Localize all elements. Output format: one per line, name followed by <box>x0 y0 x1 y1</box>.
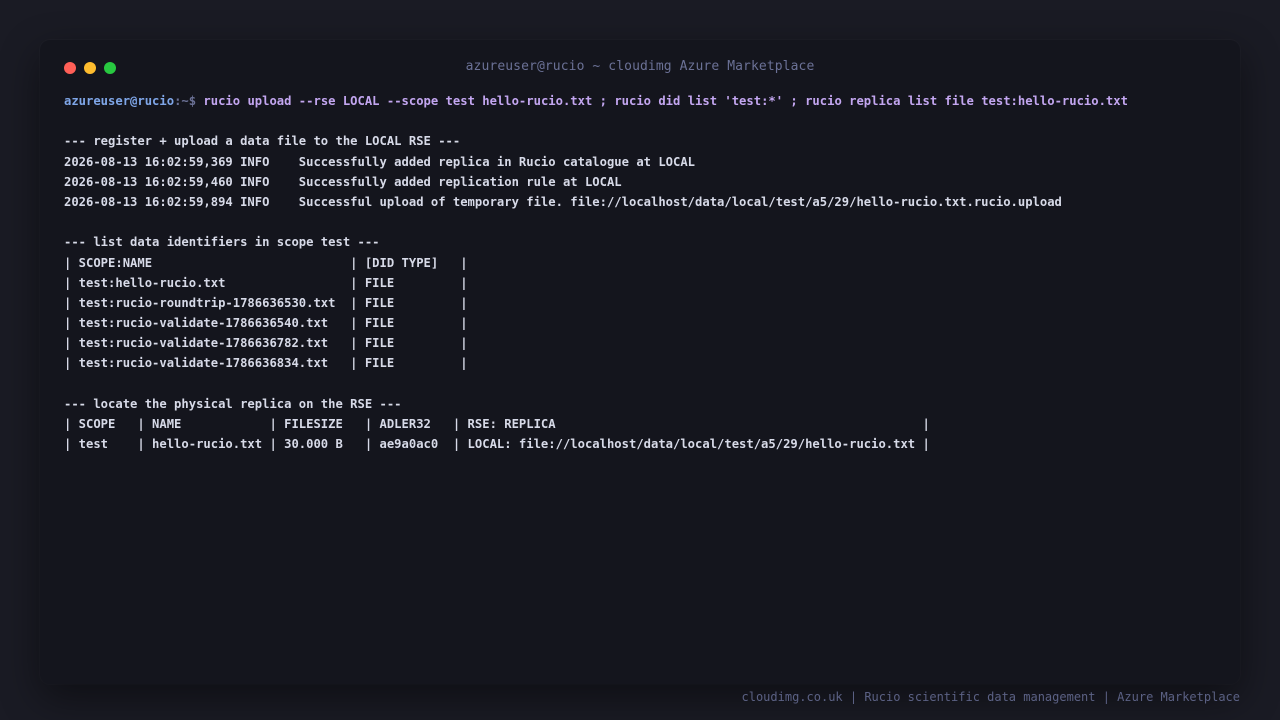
did-table-row: | test:rucio-validate-1786636540.txt | F… <box>64 316 468 331</box>
replica-table-header: | SCOPE | NAME | FILESIZE | ADLER32 | RS… <box>64 417 930 431</box>
upload-section-heading: --- register + upload a data file to the… <box>64 134 461 149</box>
terminal-output[interactable]: azureuser@rucio:~$ rucio upload --rse LO… <box>64 91 1224 454</box>
did-section-heading: --- list data identifiers in scope test … <box>64 235 380 250</box>
log-line: 2026-08-13 16:02:59,894 INFO Successful … <box>64 194 1062 209</box>
did-table-row: | test:hello-rucio.txt | FILE | <box>64 275 468 290</box>
did-table-row: | test:rucio-roundtrip-1786636530.txt | … <box>64 295 468 310</box>
did-table-row: | test:rucio-validate-1786636834.txt | F… <box>64 356 468 371</box>
prompt-path: :~$ <box>174 94 204 108</box>
footer-caption: cloudimg.co.uk | Rucio scientific data m… <box>741 690 1241 704</box>
window-title: azureuser@rucio ~ cloudimg Azure Marketp… <box>465 59 815 74</box>
prompt-user: azureuser@rucio <box>64 94 175 108</box>
did-table-header: | SCOPE:NAME | [DID TYPE] | <box>64 255 468 270</box>
did-table-row: | test:rucio-validate-1786636782.txt | F… <box>64 336 468 351</box>
log-line: 2026-08-13 16:02:59,460 INFO Successfull… <box>64 174 622 189</box>
title-bar: azureuser@rucio ~ cloudimg Azure Marketp… <box>40 40 1240 96</box>
replica-table-row: | test | hello-rucio.txt | 30.000 B | ae… <box>64 437 930 452</box>
command-line: azureuser@rucio:~$ rucio upload --rse LO… <box>64 91 1224 111</box>
replica-section-heading: --- locate the physical replica on the R… <box>64 396 402 411</box>
terminal-window: azureuser@rucio ~ cloudimg Azure Marketp… <box>40 40 1240 684</box>
log-line: 2026-08-13 16:02:59,369 INFO Successfull… <box>64 154 696 169</box>
command-text: rucio upload --rse LOCAL --scope test he… <box>203 94 1128 108</box>
